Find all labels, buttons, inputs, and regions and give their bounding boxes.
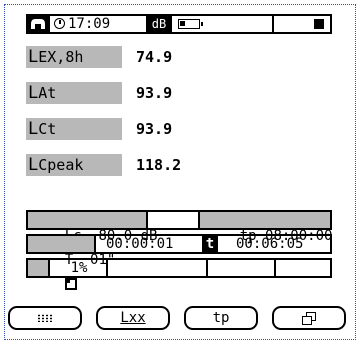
menu-button[interactable]: [8, 306, 82, 330]
reading-lcpeak: LCpeak 118.2: [26, 154, 226, 176]
battery-area: [172, 16, 272, 32]
lxx-button[interactable]: Lxx: [96, 306, 170, 330]
reading-lat: LAt 93.9: [26, 82, 226, 104]
lc-tp-row: Lc 80.0 dB tp 08:00:00: [26, 210, 332, 244]
divider: [94, 236, 96, 252]
reading-value: 74.9: [136, 48, 173, 66]
reading-label: LCpeak: [26, 154, 122, 176]
tp-duration[interactable]: tp 08:00:00: [200, 212, 332, 244]
divider: [206, 260, 208, 276]
stop-area[interactable]: [274, 16, 330, 32]
window-button[interactable]: [272, 306, 346, 330]
reading-lct: LCt 93.9: [26, 118, 226, 140]
reading-value: 118.2: [136, 156, 182, 174]
db-indicator: dB: [151, 17, 167, 31]
elapsed-time: 00:00:01: [106, 236, 174, 252]
signal-wave-icon: [28, 16, 48, 32]
empty-cell: [148, 212, 198, 228]
memory-icon: [28, 260, 77, 290]
reading-label: LCt: [26, 118, 122, 140]
memory-row: 1%: [26, 258, 332, 290]
clock-time: 17:09: [68, 16, 111, 32]
reading-value: 93.9: [136, 84, 173, 102]
tp-button[interactable]: tp: [184, 306, 258, 330]
integration-time[interactable]: T 01": [28, 236, 115, 268]
clock-icon: [54, 18, 65, 29]
square-stop-icon[interactable]: [314, 19, 324, 29]
overlapping-windows-icon: [302, 312, 316, 325]
reading-lex8h: LEX,8h 74.9: [26, 46, 226, 68]
dotted-grid-icon: [37, 314, 53, 322]
timing-row: T 01" 00:00:01 t 00:06:05: [26, 234, 332, 268]
timer-icon: t: [202, 236, 218, 252]
status-bar: 17:09 dB: [26, 14, 332, 34]
battery-level-fill: [180, 21, 185, 26]
reading-value: 93.9: [136, 120, 173, 138]
clock-display: 17:09: [50, 16, 146, 32]
reading-label: LEX,8h: [26, 46, 122, 68]
lc-threshold[interactable]: Lc 80.0 dB: [28, 212, 157, 244]
remaining-time: 00:06:05: [236, 236, 304, 252]
battery-icon: [178, 19, 203, 29]
divider: [48, 260, 50, 276]
reading-label: LAt: [26, 82, 122, 104]
memory-usage-percent: 1%: [70, 260, 88, 276]
divider: [106, 260, 108, 276]
divider: [274, 260, 276, 276]
